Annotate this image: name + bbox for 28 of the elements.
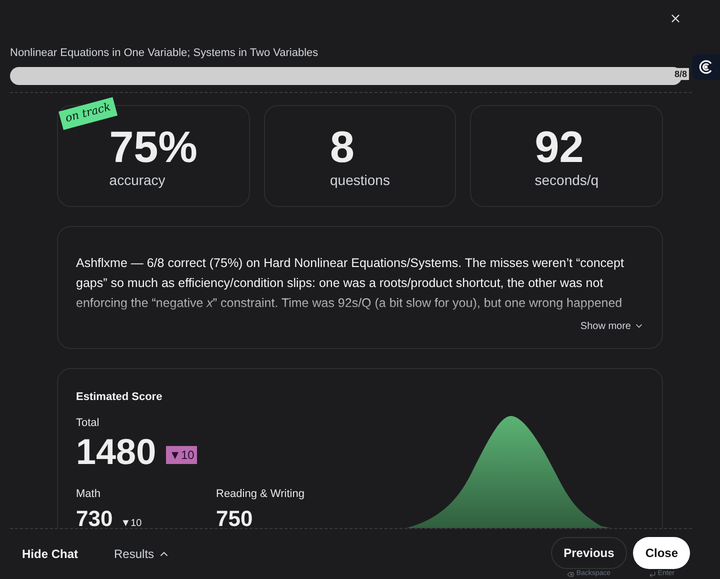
results-button[interactable]: Results	[114, 545, 170, 563]
section-label: Math	[76, 486, 102, 502]
stat-label: questions	[330, 171, 390, 190]
score-change-badge: ▼10	[166, 446, 198, 464]
stat-label: accuracy	[109, 171, 166, 190]
score-title: Estimated Score	[76, 390, 164, 404]
stat-label: seconds/q	[534, 171, 599, 190]
summary-text: Ashflxme — 6/8 correct (75%) on Hard Nonlinear Equations/Systems. The misses weren’t “concept gaps” so much as efficiency/condition slips: one was a roots/product shortcut, the other was not enforcing the “negative x” constraint. Time was 92s/Q (a bit slow for you), but one wrong happened	[76, 254, 625, 312]
hide-chat-button[interactable]: Hide Chat	[22, 545, 78, 563]
score-change: ▼10	[120, 517, 142, 528]
section-score: 750	[216, 505, 253, 528]
close-icon[interactable]	[669, 12, 682, 25]
assistant-icon[interactable]	[692, 54, 720, 80]
total-score: 1480	[76, 432, 156, 472]
previous-button[interactable]: Previous	[550, 537, 628, 570]
section-label: Reading & Writing	[216, 486, 306, 502]
total-label: Total	[76, 416, 100, 431]
stat-value: 92	[534, 126, 584, 170]
backspace-key-icon	[567, 571, 574, 578]
progress-count: 8/8	[672, 68, 689, 80]
lesson-title: Nonlinear Equations in One Variable; Systems in Two Variables	[10, 46, 320, 61]
show-more-button[interactable]: Show more	[580, 318, 644, 334]
stat-value: 75%	[109, 126, 198, 170]
status-badge: on track	[58, 96, 118, 129]
section-score: 730	[76, 505, 113, 528]
enter-key-icon	[648, 571, 656, 578]
close-button[interactable]: Close	[633, 537, 690, 570]
stat-value: 8	[330, 126, 354, 170]
